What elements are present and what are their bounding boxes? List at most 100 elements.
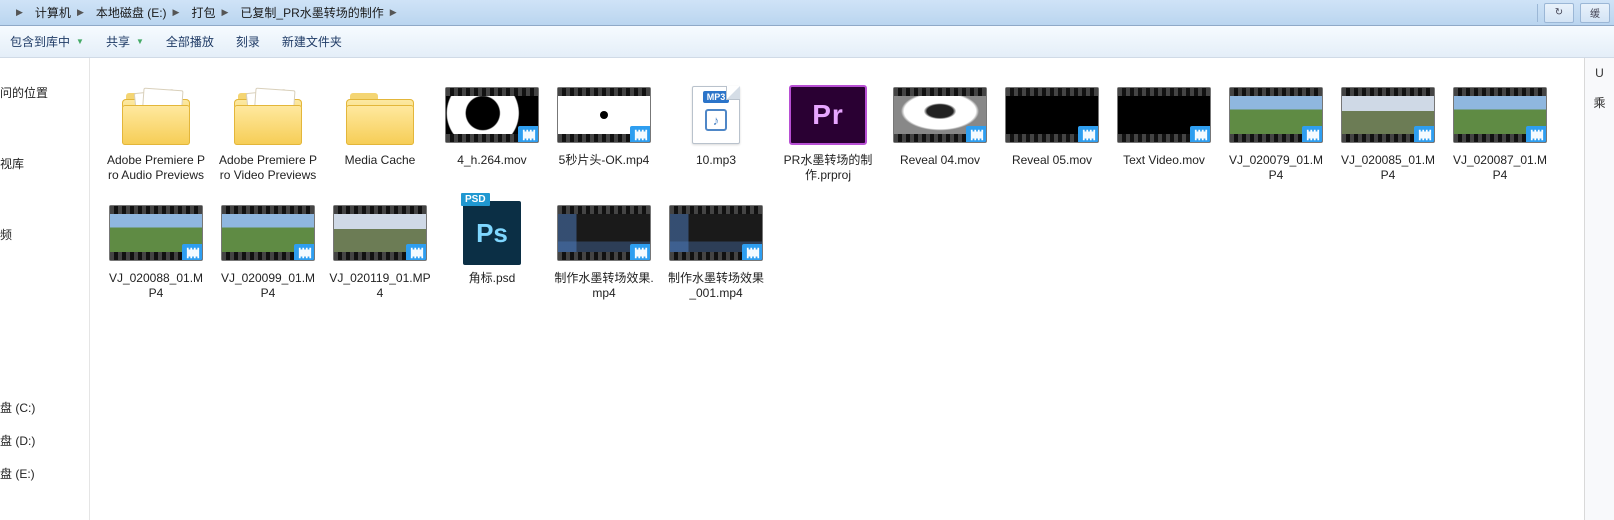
file-item[interactable]: Text Video.mov: [1110, 76, 1218, 190]
file-item[interactable]: 制作水墨转场效果.mp4: [550, 194, 658, 308]
file-thumb: [444, 81, 540, 149]
file-item[interactable]: PSDPs 角标.psd: [438, 194, 546, 308]
sidebar-item[interactable]: 问的位置: [0, 76, 89, 109]
photoshop-icon: PSDPs: [460, 201, 524, 265]
file-label: Reveal 05.mov: [1012, 153, 1092, 168]
divider: [1537, 4, 1538, 22]
organize-menu[interactable]: 包含到库中 ▼: [8, 29, 86, 54]
new-folder-label: 新建文件夹: [282, 33, 342, 50]
video-icon: [109, 205, 203, 261]
video-badge-icon: [518, 126, 539, 143]
video-icon: [221, 205, 315, 261]
file-item[interactable]: Adobe Premiere Pro Video Previews: [214, 76, 322, 190]
chevron-down-icon: ▼: [76, 37, 84, 46]
video-icon: [445, 87, 539, 143]
share-label: 共享: [106, 33, 130, 50]
file-item[interactable]: 5秒片头-OK.mp4: [550, 76, 658, 190]
video-icon: [1341, 87, 1435, 143]
file-item[interactable]: VJ_020088_01.MP4: [102, 194, 210, 308]
sidebar-item[interactable]: 频: [0, 218, 89, 251]
breadcrumb-item[interactable]: 计算机▶: [29, 0, 90, 25]
file-label: 角标.psd: [469, 271, 516, 286]
video-icon: [1229, 87, 1323, 143]
file-label: PR水墨转场的制作.prproj: [777, 153, 879, 183]
video-badge-icon: [630, 126, 651, 143]
file-label: 制作水墨转场效果_001.mp4: [665, 271, 767, 301]
file-item[interactable]: VJ_020119_01.MP4: [326, 194, 434, 308]
breadcrumb-label: 已复制_PR水墨转场的制作: [240, 4, 383, 21]
video-badge-icon: [1078, 126, 1099, 143]
video-icon: [1117, 87, 1211, 143]
file-thumb: [1340, 81, 1436, 149]
play-all-button[interactable]: 全部播放: [164, 29, 216, 54]
sidebar-item-drive-d[interactable]: 盘 (D:): [0, 424, 89, 457]
file-item[interactable]: VJ_020085_01.MP4: [1334, 76, 1442, 190]
file-thumb: MP3♪: [668, 81, 764, 149]
address-bar-right: ↻ 缓: [1537, 0, 1614, 25]
body: 问的位置 视库 频 盘 (C:) 盘 (D:) 盘 (E:) Adobe Pre…: [0, 58, 1614, 520]
file-item[interactable]: 制作水墨转场效果_001.mp4: [662, 194, 770, 308]
file-thumb: [1004, 81, 1100, 149]
file-item[interactable]: Reveal 05.mov: [998, 76, 1106, 190]
file-item[interactable]: Media Cache: [326, 76, 434, 190]
right-column: U 乘: [1584, 58, 1614, 520]
video-badge-icon: [742, 244, 763, 261]
breadcrumb-item[interactable]: 本地磁盘 (E:)▶: [90, 0, 186, 25]
file-pane[interactable]: Adobe Premiere Pro Audio PreviewsAdobe P…: [90, 58, 1584, 520]
file-item[interactable]: MP3♪10.mp3: [662, 76, 770, 190]
file-thumb: [668, 199, 764, 267]
breadcrumb-sep-root[interactable]: ▶: [4, 0, 29, 25]
video-icon: [1453, 87, 1547, 143]
file-label: 4_h.264.mov: [457, 153, 526, 168]
file-item[interactable]: Reveal 04.mov: [886, 76, 994, 190]
video-icon: [333, 205, 427, 261]
file-thumb: [220, 199, 316, 267]
video-badge-icon: [1302, 126, 1323, 143]
toolbar: 包含到库中 ▼ 共享 ▼ 全部播放 刻录 新建文件夹: [0, 26, 1614, 58]
music-note-icon: ♪: [705, 109, 727, 131]
refresh-button[interactable]: ↻: [1544, 3, 1574, 23]
file-item[interactable]: VJ_020087_01.MP4: [1446, 76, 1554, 190]
video-badge-icon: [1526, 126, 1547, 143]
organize-label: 包含到库中: [10, 33, 70, 50]
file-thumb: [1452, 81, 1548, 149]
file-thumb: [220, 81, 316, 149]
video-badge-icon: [966, 126, 987, 143]
video-icon: [557, 205, 651, 261]
file-item[interactable]: VJ_020079_01.MP4: [1222, 76, 1330, 190]
file-label: 制作水墨转场效果.mp4: [553, 271, 655, 301]
breadcrumb-item[interactable]: 已复制_PR水墨转场的制作▶: [234, 0, 402, 25]
right-item[interactable]: U: [1595, 66, 1604, 80]
premiere-icon: Pr: [796, 83, 860, 147]
sidebar-item-drive-e[interactable]: 盘 (E:): [0, 457, 89, 490]
file-label: Adobe Premiere Pro Audio Previews: [105, 153, 207, 183]
burn-button[interactable]: 刻录: [234, 29, 262, 54]
file-label: Text Video.mov: [1123, 153, 1205, 168]
address-bar: ▶ 计算机▶本地磁盘 (E:)▶打包▶已复制_PR水墨转场的制作▶ ↻ 缓: [0, 0, 1614, 26]
sidebar-item-drive-c[interactable]: 盘 (C:): [0, 391, 89, 424]
right-item[interactable]: 乘: [1593, 94, 1605, 111]
file-label: VJ_020088_01.MP4: [105, 271, 207, 301]
new-folder-button[interactable]: 新建文件夹: [280, 29, 344, 54]
video-badge-icon: [1414, 126, 1435, 143]
chevron-right-icon: ▶: [221, 7, 228, 18]
breadcrumb-item[interactable]: 打包▶: [185, 0, 234, 25]
folder-icon: [346, 87, 414, 143]
file-thumb: Pr: [780, 81, 876, 149]
file-thumb: [108, 199, 204, 267]
addr-aux-button[interactable]: 缓: [1580, 3, 1610, 23]
file-item[interactable]: 4_h.264.mov: [438, 76, 546, 190]
sidebar: 问的位置 视库 频 盘 (C:) 盘 (D:) 盘 (E:): [0, 58, 90, 520]
file-item[interactable]: VJ_020099_01.MP4: [214, 194, 322, 308]
file-thumb: [892, 81, 988, 149]
sidebar-item[interactable]: 视库: [0, 147, 89, 180]
video-badge-icon: [630, 244, 651, 261]
video-badge-icon: [1190, 126, 1211, 143]
breadcrumb-label: 本地磁盘 (E:): [96, 4, 167, 21]
file-label: 5秒片头-OK.mp4: [559, 153, 650, 168]
file-item[interactable]: Adobe Premiere Pro Audio Previews: [102, 76, 210, 190]
breadcrumb-label: 计算机: [35, 4, 71, 21]
file-item[interactable]: Pr PR水墨转场的制作.prproj: [774, 76, 882, 190]
file-thumb: [1116, 81, 1212, 149]
share-menu[interactable]: 共享 ▼: [104, 29, 146, 54]
